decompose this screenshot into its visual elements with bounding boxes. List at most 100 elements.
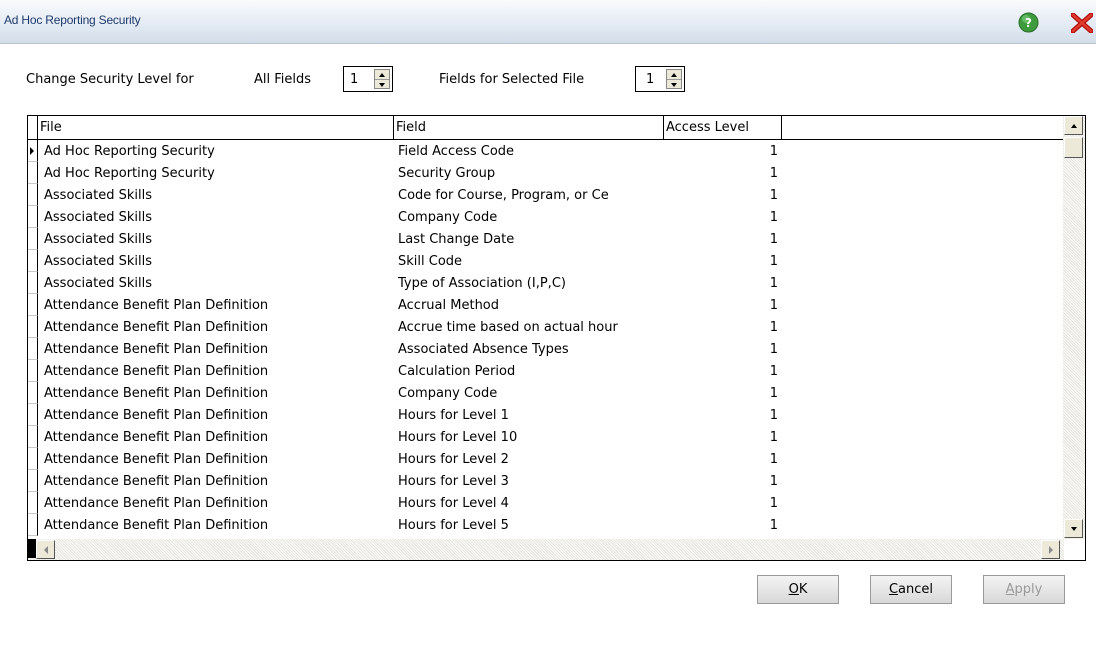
row-selector[interactable]: [28, 140, 38, 162]
row-selector[interactable]: [28, 426, 38, 448]
cell-access-level[interactable]: 1: [668, 276, 778, 291]
cell-access-level[interactable]: 1: [668, 232, 778, 247]
cell-field[interactable]: Associated Absence Types: [398, 342, 666, 357]
table-row[interactable]: Associated Skills Type of Association (I,…: [28, 272, 1064, 294]
cancel-button[interactable]: Cancel: [870, 575, 952, 604]
cell-field[interactable]: Company Code: [398, 386, 666, 401]
row-selector[interactable]: [28, 184, 38, 206]
cell-access-level[interactable]: 1: [668, 364, 778, 379]
scroll-right-icon[interactable]: [1041, 540, 1060, 559]
table-row[interactable]: Attendance Benefit Plan Definition Hours …: [28, 470, 1064, 492]
spin-down-icon[interactable]: [667, 79, 681, 89]
selected-file-spin-buttons[interactable]: [666, 69, 682, 89]
cell-access-level[interactable]: 1: [668, 474, 778, 489]
scroll-left-icon[interactable]: [36, 540, 55, 559]
cell-file[interactable]: Attendance Benefit Plan Definition: [44, 386, 268, 401]
table-row[interactable]: Associated Skills Code for Course, Progra…: [28, 184, 1064, 206]
cell-file[interactable]: Attendance Benefit Plan Definition: [44, 496, 268, 511]
cell-access-level[interactable]: 1: [668, 210, 778, 225]
cell-field[interactable]: Hours for Level 1: [398, 408, 666, 423]
cell-access-level[interactable]: 1: [668, 386, 778, 401]
cell-file[interactable]: Attendance Benefit Plan Definition: [44, 408, 268, 423]
cell-file[interactable]: Attendance Benefit Plan Definition: [44, 430, 268, 445]
cell-field[interactable]: Hours for Level 4: [398, 496, 666, 511]
row-selector[interactable]: [28, 162, 38, 184]
cell-access-level[interactable]: 1: [668, 188, 778, 203]
cell-access-level[interactable]: 1: [668, 298, 778, 313]
cell-field[interactable]: Type of Association (I,P,C): [398, 276, 666, 291]
row-selector[interactable]: [28, 228, 38, 250]
cell-access-level[interactable]: 1: [668, 518, 778, 533]
table-row[interactable]: Attendance Benefit Plan Definition Accrua…: [28, 294, 1064, 316]
row-selector[interactable]: [28, 272, 38, 294]
table-row[interactable]: Attendance Benefit Plan Definition Compan…: [28, 382, 1064, 404]
table-row[interactable]: Attendance Benefit Plan Definition Hours …: [28, 514, 1064, 536]
cell-access-level[interactable]: 1: [668, 408, 778, 423]
table-row[interactable]: Associated Skills Skill Code 1: [28, 250, 1064, 272]
spin-up-icon[interactable]: [667, 70, 681, 79]
row-selector[interactable]: [28, 448, 38, 470]
spin-up-icon[interactable]: [375, 70, 389, 79]
cell-field[interactable]: Last Change Date: [398, 232, 666, 247]
help-icon[interactable]: ?: [1018, 12, 1039, 33]
close-icon[interactable]: [1071, 13, 1093, 33]
cell-file[interactable]: Associated Skills: [44, 254, 152, 269]
apply-button[interactable]: Apply: [983, 575, 1065, 604]
table-row[interactable]: Associated Skills Last Change Date 1: [28, 228, 1064, 250]
vertical-scrollbar[interactable]: [1063, 116, 1085, 539]
table-row[interactable]: Ad Hoc Reporting Security Security Group 1: [28, 162, 1064, 184]
cell-file[interactable]: Attendance Benefit Plan Definition: [44, 518, 268, 533]
security-grid[interactable]: File Field Access Level Ad Hoc Reporting…: [27, 115, 1086, 561]
vertical-scroll-thumb[interactable]: [1064, 137, 1083, 158]
cell-file[interactable]: Attendance Benefit Plan Definition: [44, 364, 268, 379]
row-selector[interactable]: [28, 360, 38, 382]
cell-access-level[interactable]: 1: [668, 166, 778, 181]
cell-file[interactable]: Attendance Benefit Plan Definition: [44, 320, 268, 335]
table-row[interactable]: Attendance Benefit Plan Definition Associ…: [28, 338, 1064, 360]
cell-file[interactable]: Attendance Benefit Plan Definition: [44, 474, 268, 489]
row-selector[interactable]: [28, 316, 38, 338]
table-row[interactable]: Ad Hoc Reporting Security Field Access Co…: [28, 140, 1064, 162]
row-selector[interactable]: [28, 492, 38, 514]
column-header-access-level[interactable]: Access Level: [664, 116, 782, 139]
cell-access-level[interactable]: 1: [668, 496, 778, 511]
cell-field[interactable]: Hours for Level 2: [398, 452, 666, 467]
cell-access-level[interactable]: 1: [668, 320, 778, 335]
row-selector[interactable]: [28, 206, 38, 228]
cell-file[interactable]: Attendance Benefit Plan Definition: [44, 298, 268, 313]
cell-file[interactable]: Ad Hoc Reporting Security: [44, 144, 215, 159]
column-header-field[interactable]: Field: [394, 116, 664, 139]
cell-file[interactable]: Ad Hoc Reporting Security: [44, 166, 215, 181]
cell-file[interactable]: Associated Skills: [44, 210, 152, 225]
cell-field[interactable]: Company Code: [398, 210, 666, 225]
cell-field[interactable]: Security Group: [398, 166, 666, 181]
cell-access-level[interactable]: 1: [668, 342, 778, 357]
cell-field[interactable]: Hours for Level 3: [398, 474, 666, 489]
table-row[interactable]: Attendance Benefit Plan Definition Calcul…: [28, 360, 1064, 382]
selected-file-level-value[interactable]: 1: [646, 72, 654, 87]
cell-field[interactable]: Hours for Level 10: [398, 430, 666, 445]
table-row[interactable]: Attendance Benefit Plan Definition Hours …: [28, 492, 1064, 514]
horizontal-scrollbar[interactable]: [28, 539, 1064, 560]
table-row[interactable]: Attendance Benefit Plan Definition Accrue…: [28, 316, 1064, 338]
cell-file[interactable]: Associated Skills: [44, 276, 152, 291]
cell-field[interactable]: Skill Code: [398, 254, 666, 269]
all-fields-spin-buttons[interactable]: [374, 69, 390, 89]
spin-down-icon[interactable]: [375, 79, 389, 89]
cell-file[interactable]: Attendance Benefit Plan Definition: [44, 452, 268, 467]
all-fields-level-spinner[interactable]: 1: [343, 66, 393, 92]
cell-file[interactable]: Associated Skills: [44, 188, 152, 203]
row-selector[interactable]: [28, 250, 38, 272]
row-selector[interactable]: [28, 382, 38, 404]
selected-file-level-spinner[interactable]: 1: [635, 66, 685, 92]
cell-access-level[interactable]: 1: [668, 144, 778, 159]
column-header-file[interactable]: File: [38, 116, 394, 139]
cell-field[interactable]: Hours for Level 5: [398, 518, 666, 533]
cell-field[interactable]: Accrual Method: [398, 298, 666, 313]
ok-button[interactable]: OK: [757, 575, 839, 604]
table-row[interactable]: Attendance Benefit Plan Definition Hours …: [28, 426, 1064, 448]
cell-field[interactable]: Calculation Period: [398, 364, 666, 379]
scroll-down-icon[interactable]: [1064, 519, 1083, 538]
all-fields-level-value[interactable]: 1: [350, 72, 358, 87]
row-selector[interactable]: [28, 514, 38, 536]
